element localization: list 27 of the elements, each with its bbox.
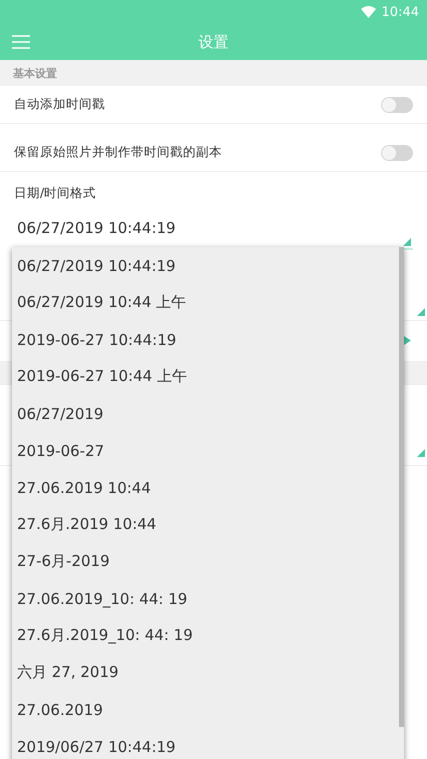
- toolbar-title: 设置: [198, 32, 228, 52]
- menu-button[interactable]: [12, 33, 30, 51]
- toggle-switch[interactable]: [381, 96, 413, 112]
- setting-label: 日期/时间格式: [14, 185, 96, 200]
- wifi-icon: [360, 6, 376, 18]
- toggle-switch[interactable]: [381, 144, 413, 160]
- dropdown-arrow-icon: [417, 449, 425, 457]
- dropdown-arrow-icon: [417, 308, 425, 316]
- dropdown-option[interactable]: 06/27/2019 10:44 上午: [12, 284, 396, 321]
- dropdown-option[interactable]: 2019-06-27 10:44 上午: [12, 358, 396, 395]
- dropdown-option[interactable]: 27.06.2019: [12, 691, 396, 728]
- dropdown-option[interactable]: 06/27/2019 10:44:19: [12, 247, 396, 284]
- dropdown-arrow-icon: [403, 238, 411, 246]
- setting-label: 保留原始照片并制作带时间戳的副本: [14, 144, 222, 161]
- dropdown-option[interactable]: 27.6月.2019_10: 44: 19: [12, 617, 396, 654]
- dropdown-option[interactable]: 27.06.2019_10: 44: 19: [12, 580, 396, 617]
- dropdown-option[interactable]: 六月 27, 2019: [12, 654, 396, 691]
- dropdown-option[interactable]: 2019/06/27 10:44:19: [12, 728, 396, 759]
- dropdown-option[interactable]: 27-6月-2019: [12, 543, 396, 580]
- dropdown-option[interactable]: 06/27/2019: [12, 395, 396, 432]
- setting-label: 自动添加时间戳: [14, 96, 105, 113]
- dropdown-option[interactable]: 27.06.2019 10:44: [12, 469, 396, 506]
- dropdown-option[interactable]: 2019-06-27 10:44:19: [12, 321, 396, 358]
- status-time: 10:44: [382, 4, 419, 20]
- dropdown-option[interactable]: 27.6月.2019 10:44: [12, 506, 396, 543]
- dropdown-option[interactable]: 2019-06-27: [12, 432, 396, 469]
- section-title: 基本设置: [13, 66, 57, 80]
